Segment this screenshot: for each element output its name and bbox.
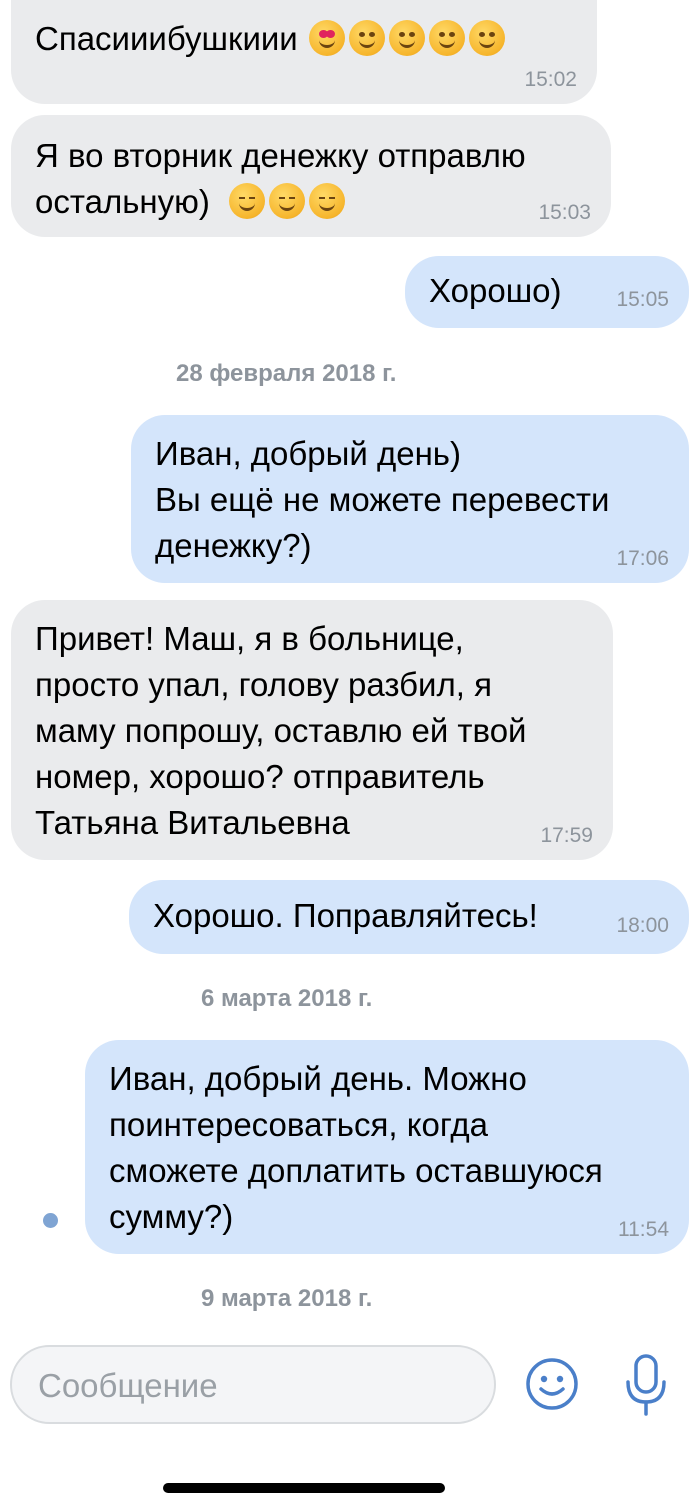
message-time: 11:54 [618,1218,669,1241]
message-text: Спасииибушкиии [35,20,298,57]
wink-emoji-icon [348,20,385,56]
date-separator: 9 марта 2018 г. [201,1285,373,1312]
relieved-emoji-icon [269,183,306,219]
message-time: 18:00 [616,914,669,937]
message-time: 17:59 [540,824,593,847]
message-time: 17:06 [616,547,669,570]
microphone-icon[interactable] [620,1352,672,1418]
heart-eyes-emoji-icon [308,20,345,56]
relieved-emoji-icon [229,183,266,219]
smile-emoji-icon [388,20,425,56]
message-text: Иван, добрый день) Вы ещё не можете пере… [155,435,610,564]
message-bubble-outgoing[interactable]: Хорошо) 15:05 [405,256,689,328]
message-text: Хорошо) [429,272,562,309]
emoji-row [308,20,509,57]
message-text: Привет! Маш, я в больнице, просто упал, … [35,620,527,841]
message-bubble-outgoing[interactable]: Иван, добрый день. Можно поинтересоватьс… [85,1040,689,1254]
message-time: 15:02 [524,68,577,91]
message-time: 15:03 [538,201,591,224]
message-input[interactable] [36,1363,480,1409]
smile-emoji-icon [428,20,465,56]
date-separator: 6 марта 2018 г. [201,985,373,1012]
message-time: 15:05 [616,288,669,311]
emoji-row [229,183,349,220]
unread-indicator-dot [43,1213,58,1228]
message-text: Иван, добрый день. Можно поинтересоватьс… [109,1060,603,1235]
message-composer[interactable] [10,1345,496,1424]
message-text: Хорошо. Поправляйтесь! [153,897,538,934]
message-bubble-incoming[interactable]: Спасииибушкиии 15:02 [11,0,597,104]
message-bubble-outgoing[interactable]: Иван, добрый день) Вы ещё не можете пере… [131,415,689,583]
message-bubble-incoming[interactable]: Я во вторник денежку отправлю остальную)… [11,115,611,237]
message-bubble-incoming[interactable]: Привет! Маш, я в больнице, просто упал, … [11,600,613,860]
smiley-icon[interactable] [524,1356,580,1412]
message-bubble-outgoing[interactable]: Хорошо. Поправляйтесь! 18:00 [129,880,689,954]
date-separator: 28 февраля 2018 г. [176,360,397,387]
home-indicator[interactable] [163,1483,445,1493]
relieved-emoji-icon [309,183,346,219]
smile-emoji-icon [468,20,505,56]
